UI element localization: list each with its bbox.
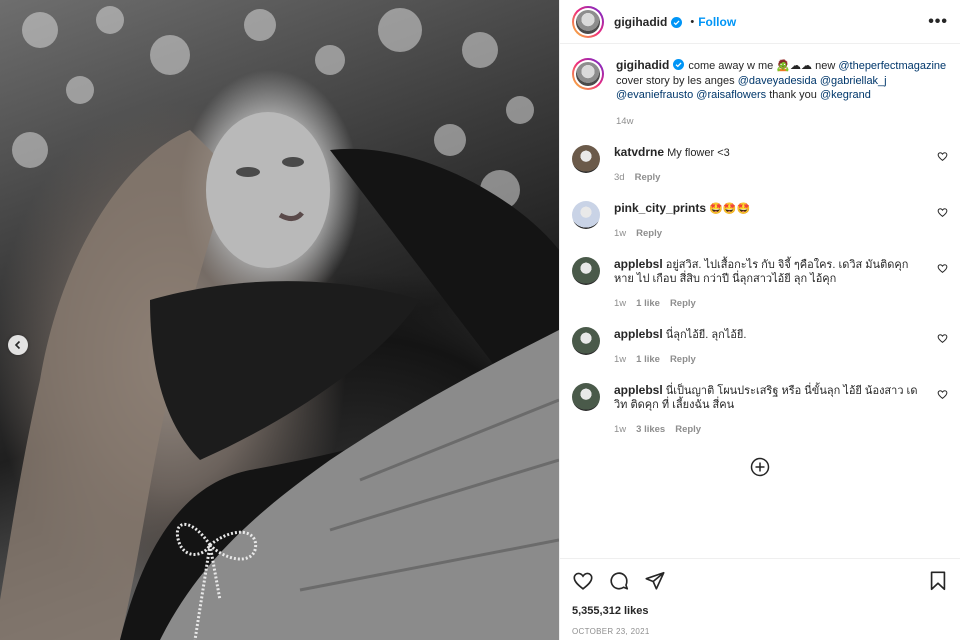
share-icon[interactable] xyxy=(644,570,666,592)
commenter-avatar[interactable] xyxy=(572,257,600,285)
caption-mention[interactable]: @raisaflowers xyxy=(696,89,766,101)
load-more-comments-button[interactable] xyxy=(572,457,948,477)
post-modal: gigihadid • Follow ••• gigihadid come awa… xyxy=(0,0,960,640)
reply-button[interactable]: Reply xyxy=(635,172,661,183)
plus-circle-icon xyxy=(750,457,770,477)
separator-dot: • xyxy=(690,15,695,28)
more-options-icon[interactable]: ••• xyxy=(928,13,948,31)
comment-item: pink_city_prints 🤩🤩🤩 1w Reply xyxy=(572,201,948,241)
heart-icon[interactable] xyxy=(937,207,948,218)
caption-mention[interactable]: @kegrand xyxy=(820,89,871,101)
caption-timestamp[interactable]: 14w xyxy=(616,115,948,130)
comment-item: katvdrne My flower <3 3d Reply xyxy=(572,145,948,185)
action-icons-row xyxy=(572,569,948,593)
comment-meta: 1w 1 like Reply xyxy=(614,353,924,367)
comments-section: gigihadid come away w me 🧟☁☁ new @theperf… xyxy=(560,44,960,558)
post-date: OCTOBER 23, 2021 xyxy=(572,627,650,636)
comment-like-count[interactable]: 3 likes xyxy=(636,424,665,435)
commenter-avatar[interactable] xyxy=(572,145,600,173)
caption-mention[interactable]: @evaniefrausto xyxy=(616,89,693,101)
heart-icon[interactable] xyxy=(572,570,594,592)
photo-scene xyxy=(0,6,559,640)
caption-text: cover story by les anges xyxy=(616,74,735,87)
author-username[interactable]: gigihadid xyxy=(614,15,667,29)
comment-like-count[interactable]: 1 like xyxy=(636,298,660,309)
heart-icon[interactable] xyxy=(937,333,948,344)
comment-time[interactable]: 3d xyxy=(614,172,625,183)
comment-time[interactable]: 1w xyxy=(614,228,626,239)
caption-mention[interactable]: @gabriellak_j xyxy=(820,75,887,87)
heart-icon[interactable] xyxy=(937,389,948,400)
reply-button[interactable]: Reply xyxy=(670,354,696,365)
post-side-panel: gigihadid • Follow ••• gigihadid come awa… xyxy=(560,0,960,640)
comment-time[interactable]: 1w xyxy=(614,354,626,365)
bookmark-icon[interactable] xyxy=(928,570,948,592)
verified-badge-icon xyxy=(673,59,685,70)
follow-button[interactable]: Follow xyxy=(698,15,736,29)
caption-text: thank you xyxy=(769,89,817,101)
comment-icon[interactable] xyxy=(608,570,630,592)
comment-text: 🤩🤩🤩 xyxy=(709,203,751,215)
caption-mention[interactable]: @theperfectmagazine xyxy=(838,60,946,72)
chevron-left-icon xyxy=(14,340,21,350)
comment-body: katvdrne My flower <3 3d Reply xyxy=(614,145,924,185)
caption-avatar[interactable] xyxy=(572,58,604,90)
comment-item: applebsl นี่ลุกไอ้ยี. ลุกไอ้ยี. 1w 1 like… xyxy=(572,327,948,367)
post-photo[interactable] xyxy=(0,0,559,640)
comment-username[interactable]: applebsl xyxy=(614,327,663,341)
caption-text-block: gigihadid come away w me 🧟☁☁ new @theperf… xyxy=(616,58,948,129)
comment-body: applebsl นี่ลุกไอ้ยี. ลุกไอ้ยี. 1w 1 like… xyxy=(614,327,924,367)
comment-time[interactable]: 1w xyxy=(614,424,626,435)
comment-username[interactable]: applebsl xyxy=(614,257,663,271)
caption-username[interactable]: gigihadid xyxy=(616,58,669,72)
commenter-avatar[interactable] xyxy=(572,201,600,229)
comment-meta: 3d Reply xyxy=(614,171,924,185)
comment-username[interactable]: pink_city_prints xyxy=(614,201,706,215)
comment-body: pink_city_prints 🤩🤩🤩 1w Reply xyxy=(614,201,924,241)
comment-time[interactable]: 1w xyxy=(614,298,626,309)
post-actions: 5,355,312 likes OCTOBER 23, 2021 xyxy=(560,558,960,640)
comment-meta: 1w 1 like Reply xyxy=(614,297,924,311)
post-header: gigihadid • Follow ••• xyxy=(560,0,960,44)
comment-list: katvdrne My flower <3 3d Reply pink_city_… xyxy=(572,145,948,437)
reply-button[interactable]: Reply xyxy=(675,424,701,435)
comment-meta: 1w Reply xyxy=(614,227,924,241)
author-avatar[interactable] xyxy=(572,5,604,38)
comment-body: applebsl อยู่สวิส. ไปเสื้อกะไร กับ จิจี้… xyxy=(614,257,924,311)
caption-text: come away w me 🧟☁☁ new xyxy=(688,60,836,72)
commenter-avatar[interactable] xyxy=(572,383,600,411)
heart-icon[interactable] xyxy=(937,263,948,274)
comment-text: นี่ลุกไอ้ยี. ลุกไอ้ยี. xyxy=(665,329,747,341)
heart-icon[interactable] xyxy=(937,151,948,162)
comment-like-count[interactable]: 1 like xyxy=(636,354,660,365)
comment-username[interactable]: katvdrne xyxy=(614,145,664,159)
reply-button[interactable]: Reply xyxy=(636,228,662,239)
comment-meta: 1w 3 likes Reply xyxy=(614,423,924,437)
verified-badge-icon xyxy=(671,16,683,28)
comment-item: applebsl อยู่สวิส. ไปเสื้อกะไร กับ จิจี้… xyxy=(572,257,948,311)
carousel-prev-button[interactable] xyxy=(8,335,28,355)
comment-username[interactable]: applebsl xyxy=(614,383,663,397)
commenter-avatar[interactable] xyxy=(572,327,600,355)
comment-body: applebsl นี่เป็นญาติ โผนประเสริฐ หรือ นี… xyxy=(614,383,924,437)
like-count[interactable]: 5,355,312 likes xyxy=(572,605,948,617)
caption-mention[interactable]: @daveyadesida xyxy=(738,75,817,87)
post-caption: gigihadid come away w me 🧟☁☁ new @theperf… xyxy=(572,58,948,129)
comment-text: My flower <3 xyxy=(667,147,730,159)
reply-button[interactable]: Reply xyxy=(670,298,696,309)
comment-item: applebsl นี่เป็นญาติ โผนประเสริฐ หรือ นี… xyxy=(572,383,948,437)
